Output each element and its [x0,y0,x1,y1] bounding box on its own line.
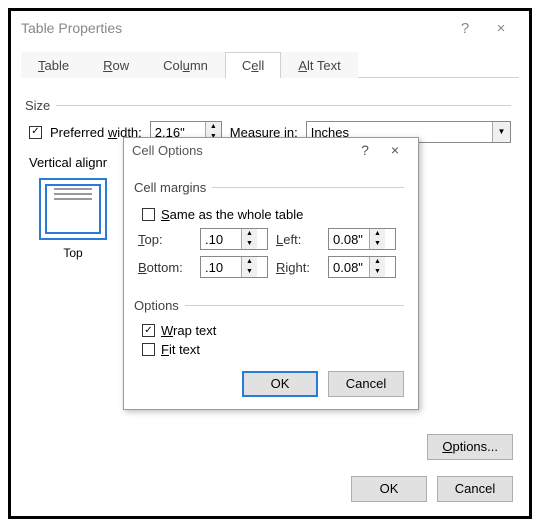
same-as-table-label: Same as the whole table [161,207,303,222]
cell-options-title: Cell Options [132,143,350,158]
cell-options-ok-button[interactable]: OK [242,371,318,397]
ok-button[interactable]: OK [351,476,427,502]
spinner-up-icon[interactable]: ▲ [206,122,221,132]
close-button[interactable]: × [483,20,519,37]
spinner-down-icon[interactable]: ▼ [242,239,257,249]
titlebar: Table Properties ? × [11,11,529,45]
preferred-width-checkbox[interactable] [29,126,42,139]
tab-row[interactable]: Row [86,52,146,78]
tab-cell[interactable]: Cell [225,52,281,78]
margin-bottom-label: Bottom: [138,260,192,275]
spinner-down-icon[interactable]: ▼ [370,239,385,249]
spinner-up-icon[interactable]: ▲ [242,257,257,267]
align-top-option[interactable] [39,178,107,240]
margin-left-spinner[interactable]: ▲▼ [328,228,396,250]
margin-right-label: Right: [276,260,320,275]
cell-options-titlebar: Cell Options ? × [124,138,418,162]
wrap-text-checkbox[interactable] [142,324,155,337]
margin-left-label: Left: [276,232,320,247]
margin-bottom-input[interactable] [201,257,241,277]
same-as-table-checkbox[interactable] [142,208,155,221]
margin-top-input[interactable] [201,229,241,249]
tab-alttext[interactable]: Alt Text [281,52,357,78]
fit-text-checkbox[interactable] [142,343,155,356]
table-properties-dialog: Table Properties ? × Table Row Column Ce… [8,8,532,519]
cell-options-cancel-button[interactable]: Cancel [328,371,404,397]
tab-table[interactable]: Table [21,52,86,78]
spinner-up-icon[interactable]: ▲ [370,257,385,267]
margin-top-label: Top: [138,232,192,247]
tab-column[interactable]: Column [146,52,225,78]
wrap-text-label: Wrap text [161,323,216,338]
options-group: Options Wrap text Fit text [138,298,404,361]
margin-left-input[interactable] [329,229,369,249]
help-button[interactable]: ? [447,20,483,37]
margin-bottom-spinner[interactable]: ▲▼ [200,256,268,278]
vertical-alignment-label: Vertical alignr [29,155,107,170]
cell-options-help-button[interactable]: ? [350,142,380,158]
cancel-button[interactable]: Cancel [437,476,513,502]
spinner-up-icon[interactable]: ▲ [242,229,257,239]
cell-margins-group: Cell margins Same as the whole table Top… [138,180,404,288]
chevron-down-icon[interactable]: ▼ [492,122,510,142]
margin-top-spinner[interactable]: ▲▼ [200,228,268,250]
spinner-down-icon[interactable]: ▼ [242,267,257,277]
cell-margins-legend: Cell margins [134,180,212,195]
options-legend: Options [134,298,185,313]
tab-strip: Table Row Column Cell Alt Text [21,51,519,78]
spinner-down-icon[interactable]: ▼ [370,267,385,277]
size-legend: Size [25,98,56,113]
align-top-preview-icon [45,184,101,234]
margin-right-spinner[interactable]: ▲▼ [328,256,396,278]
cell-options-close-button[interactable]: × [380,142,410,158]
spinner-up-icon[interactable]: ▲ [370,229,385,239]
margin-right-input[interactable] [329,257,369,277]
align-top-label: Top [39,246,107,260]
dialog-title: Table Properties [21,20,447,36]
fit-text-label: Fit text [161,342,200,357]
options-button[interactable]: Options... [427,434,513,460]
cell-options-dialog: Cell Options ? × Cell margins Same as th… [123,137,419,410]
